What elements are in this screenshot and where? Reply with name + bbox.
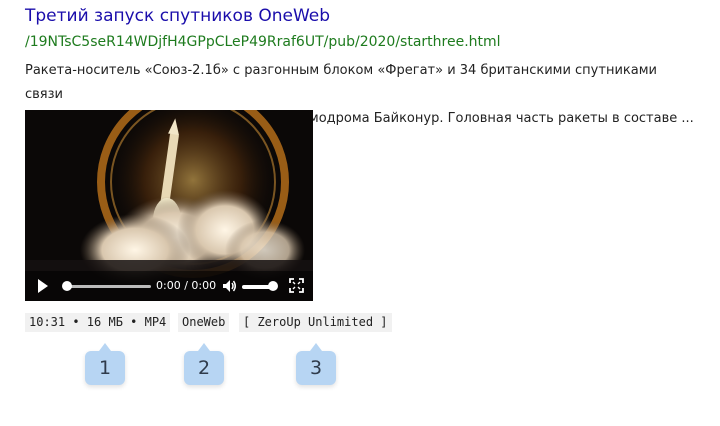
fullscreen-icon[interactable]: [289, 278, 304, 293]
seek-handle[interactable]: [62, 281, 72, 291]
play-icon[interactable]: [38, 279, 48, 293]
snippet-line-1: Ракета-носитель «Союз-2.1б» с разгонным …: [25, 63, 657, 102]
result-title-link[interactable]: Третий запуск спутников OneWeb: [25, 6, 330, 26]
source-tag[interactable]: OneWeb: [178, 313, 230, 332]
time-display: 0:00 / 0:00: [156, 279, 217, 292]
file-info-tag: 10:31 • 16 МБ • MP4: [25, 313, 171, 332]
seek-bar[interactable]: [65, 285, 151, 288]
volume-icon[interactable]: [221, 278, 237, 294]
callout-badge-2: 2: [184, 343, 224, 385]
video-controls: 0:00 / 0:00: [25, 271, 313, 301]
result-url: /19NTsC5seR14WDjfH4GPpCLeP49Rraf6UT/pub/…: [25, 34, 501, 50]
callout-badge-1: 1: [85, 343, 125, 385]
license-tag[interactable]: [ ZeroUp Unlimited ]: [239, 313, 392, 332]
video-player[interactable]: 0:00 / 0:00: [25, 110, 313, 301]
volume-handle[interactable]: [268, 281, 278, 291]
callout-badge-3: 3: [296, 343, 336, 385]
